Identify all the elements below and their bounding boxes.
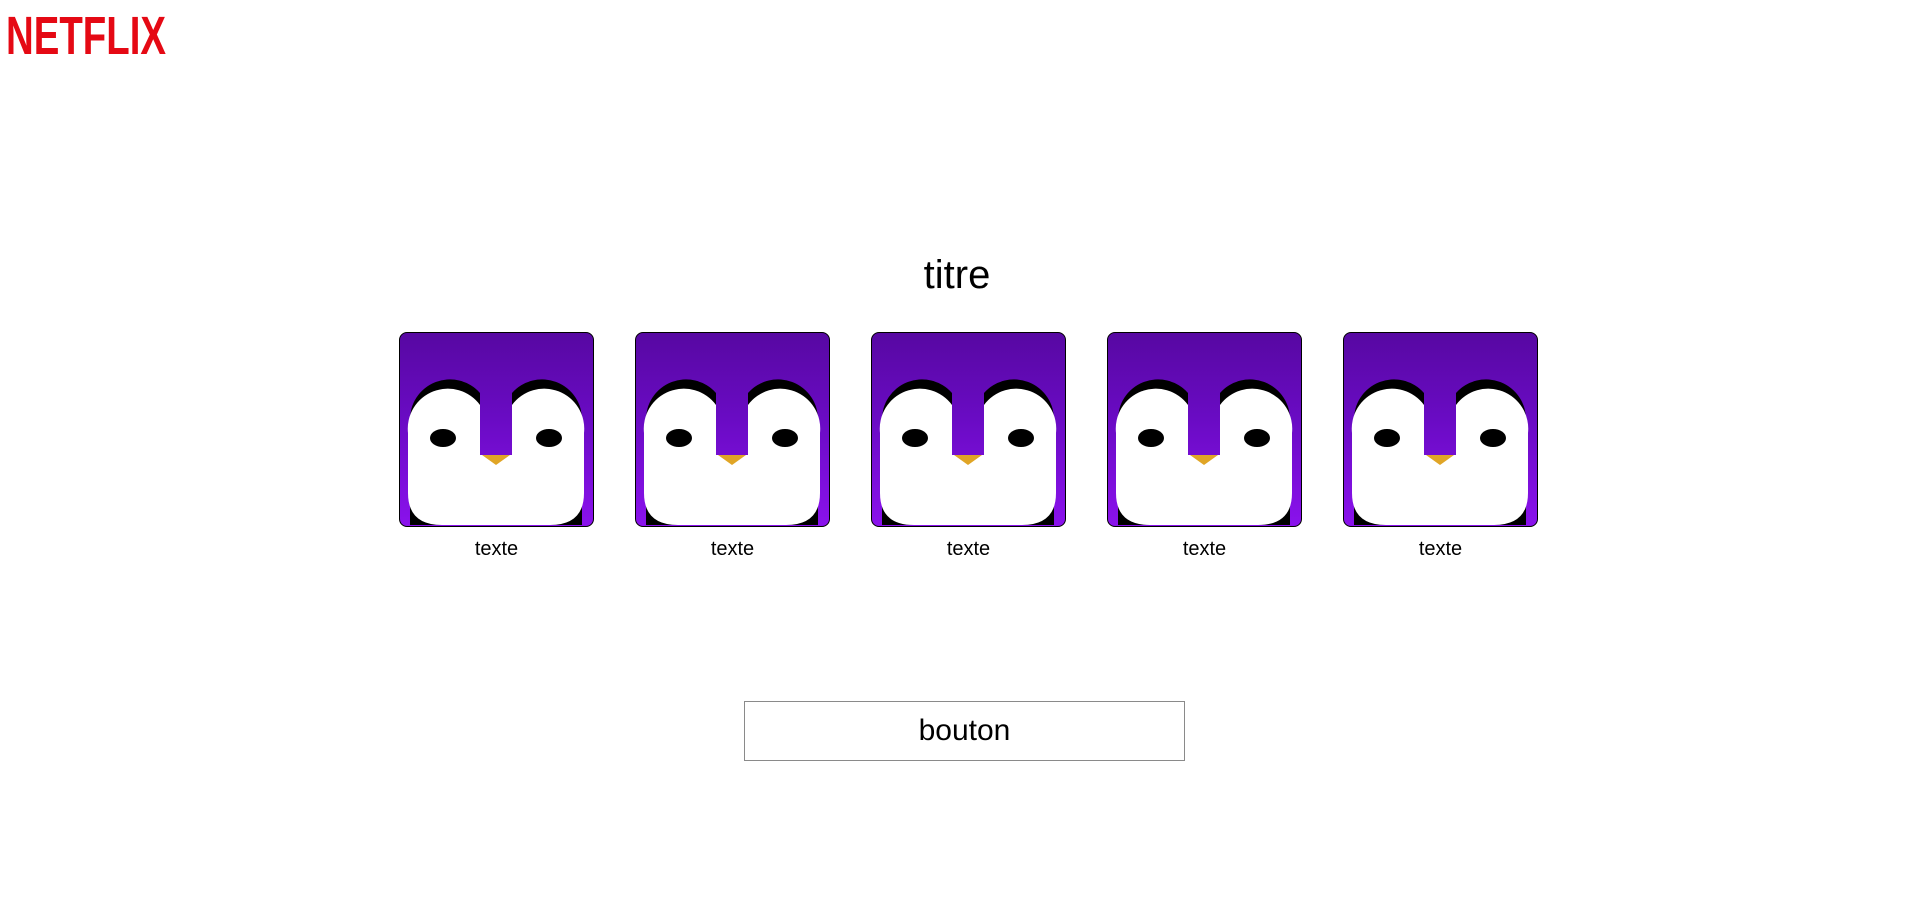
profile-label: texte: [1418, 538, 1463, 560]
profile-card-4[interactable]: texte: [1107, 332, 1302, 561]
main-button[interactable]: bouton: [744, 701, 1185, 761]
logo-text: NETFLIX: [6, 8, 166, 60]
profile-list: texte texte texte texte texte: [399, 332, 1538, 561]
penguin-avatar-icon[interactable]: [635, 332, 830, 527]
page: NETFLIX titre texte texte texte texte te…: [0, 0, 1914, 910]
profile-card-5[interactable]: texte: [1343, 332, 1538, 561]
profile-card-1[interactable]: texte: [399, 332, 594, 561]
penguin-avatar-icon[interactable]: [871, 332, 1066, 527]
profile-label: texte: [710, 538, 755, 560]
profile-label: texte: [946, 538, 991, 560]
penguin-avatar-icon[interactable]: [399, 332, 594, 527]
profile-label: texte: [474, 538, 519, 560]
profile-card-2[interactable]: texte: [635, 332, 830, 561]
page-title: titre: [923, 253, 991, 297]
netflix-logo-icon: NETFLIX: [6, 8, 166, 60]
penguin-avatar-icon[interactable]: [1343, 332, 1538, 527]
penguin-avatar-icon[interactable]: [1107, 332, 1302, 527]
profile-label: texte: [1182, 538, 1227, 560]
netflix-logo[interactable]: NETFLIX: [6, 8, 168, 60]
profile-card-3[interactable]: texte: [871, 332, 1066, 561]
